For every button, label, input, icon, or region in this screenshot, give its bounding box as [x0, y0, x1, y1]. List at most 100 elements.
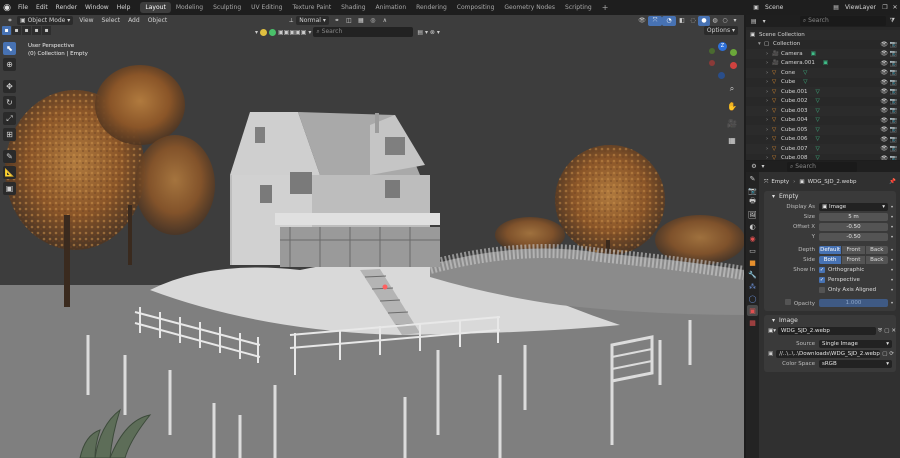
gizmo-neg-z-axis[interactable]: [718, 72, 725, 79]
gizmo-z-axis[interactable]: Z: [718, 42, 727, 51]
select-intersect-icon[interactable]: ▪: [42, 26, 51, 35]
offset-y-field[interactable]: -0.50: [819, 233, 888, 241]
properties-dropdown-icon[interactable]: ▾: [759, 163, 767, 170]
mesh-data-icon[interactable]: ▽: [815, 146, 819, 152]
mesh-data-icon[interactable]: ▽: [815, 98, 819, 104]
outliner-row[interactable]: › ▽ Cube.003 ▽ 👁 📷: [746, 106, 900, 116]
select-box-tool-icon[interactable]: ⬉: [3, 42, 16, 55]
outliner-row[interactable]: › ▽ Cube.001 ▽ 👁 📷: [746, 87, 900, 97]
visibility-eye-icon[interactable]: 👁: [880, 145, 888, 152]
gizmo-toggle-icon[interactable]: ⤧: [648, 15, 662, 26]
shading-wireframe-icon[interactable]: ◌: [688, 17, 698, 24]
camera-view-icon[interactable]: 🎥: [726, 117, 738, 129]
object-tab-icon[interactable]: ■: [747, 257, 758, 268]
menu-help[interactable]: Help: [113, 4, 135, 11]
modifier-tab-icon[interactable]: 🔧: [747, 269, 758, 280]
file-browse-icon[interactable]: ▢: [882, 351, 887, 357]
keyframe-dot-icon[interactable]: •: [888, 214, 896, 221]
display-as-dropdown[interactable]: ▣ Image ▾: [819, 203, 888, 211]
tab-texture-paint[interactable]: Texture Paint: [287, 2, 336, 13]
gizmo-neg-x-axis[interactable]: [709, 60, 715, 66]
outliner-row[interactable]: › ▽ Cube.005 ▽ 👁 📷: [746, 125, 900, 135]
visibility-eye-icon[interactable]: 👁: [880, 155, 888, 160]
render-visibility-icon[interactable]: 📷: [890, 126, 897, 133]
pivot-icon[interactable]: ⚭: [331, 17, 343, 24]
transform-orientation-icon[interactable]: ⟂: [286, 17, 296, 25]
depth-option-back[interactable]: Back: [865, 246, 888, 254]
menu-object[interactable]: Object: [144, 17, 172, 24]
tab-uv-editing[interactable]: UV Editing: [246, 2, 287, 13]
menu-file[interactable]: File: [14, 4, 32, 11]
render-visibility-icon[interactable]: 📷: [890, 60, 897, 67]
render-visibility-icon[interactable]: 📷: [890, 117, 897, 124]
outliner-search-input[interactable]: ⌕ Search: [799, 16, 886, 26]
render-visibility-icon[interactable]: 📷: [890, 41, 897, 48]
shading-material-icon[interactable]: ◍: [710, 17, 720, 24]
render-visibility-icon[interactable]: 📷: [890, 88, 897, 95]
outliner-row[interactable]: › ▽ Cube ▽ 👁 📷: [746, 78, 900, 88]
snap-icon[interactable]: ◫: [343, 17, 355, 24]
render-visibility-icon[interactable]: 📷: [890, 145, 897, 152]
image-name-field[interactable]: WDG_SJD_2.webp: [777, 327, 877, 335]
visibility-icon[interactable]: 👁: [636, 17, 648, 24]
filepath-field[interactable]: //..\..\..\Downloads\WDG_SJD_2.webp: [776, 350, 881, 358]
opacity-checkbox[interactable]: [784, 299, 791, 305]
visibility-eye-icon[interactable]: 👁: [880, 50, 888, 57]
view-layer-tab-icon[interactable]: 🖼: [747, 209, 758, 220]
keyframe-dot-icon[interactable]: •: [888, 257, 896, 264]
tab-layout[interactable]: Layout: [140, 2, 171, 13]
tab-geometry-nodes[interactable]: Geometry Nodes: [499, 2, 560, 13]
menu-window[interactable]: Window: [81, 4, 113, 11]
tab-scripting[interactable]: Scripting: [560, 2, 597, 13]
render-visibility-icon[interactable]: 📷: [890, 107, 897, 114]
pin-icon[interactable]: 📌: [889, 179, 896, 185]
pan-hand-icon[interactable]: ✋: [726, 100, 738, 112]
navigation-gizmo[interactable]: Z: [705, 40, 741, 80]
overlay-toggle-icon[interactable]: ◔: [662, 15, 676, 26]
fake-user-shield-icon[interactable]: ⛨: [878, 328, 882, 335]
select-extend-icon[interactable]: ▪: [12, 26, 21, 35]
render-visibility-icon[interactable]: 📷: [890, 79, 897, 86]
render-visibility-icon[interactable]: 📷: [890, 136, 897, 143]
render-visibility-icon[interactable]: 📷: [890, 50, 897, 57]
physics-tab-icon[interactable]: ◯: [747, 293, 758, 304]
scene-icon[interactable]: ▣: [751, 4, 761, 11]
tool-tab-icon[interactable]: ✎: [747, 173, 758, 184]
orthographic-checkbox[interactable]: ✓: [819, 267, 825, 273]
object-type-dot-icon[interactable]: [260, 28, 268, 36]
visibility-eye-icon[interactable]: 👁: [880, 98, 888, 105]
visibility-eye-icon[interactable]: 👁: [880, 136, 888, 143]
scene-selector[interactable]: Scene: [761, 4, 831, 11]
options-button[interactable]: Options ▾: [703, 26, 740, 35]
gizmo-neg-y-axis[interactable]: [709, 48, 715, 54]
zoom-icon[interactable]: ⌕: [726, 83, 738, 95]
outliner-editor-icon[interactable]: ▤: [749, 18, 758, 25]
transform-tool-icon[interactable]: ⊞: [3, 128, 16, 141]
properties-search-input[interactable]: ⌕ Search: [787, 161, 857, 172]
orientation-selector[interactable]: Normal ▾: [296, 16, 329, 25]
mode-selector[interactable]: ▣ Object Mode ▾: [17, 16, 74, 25]
image-browse-icon[interactable]: ▣▾: [768, 328, 776, 334]
unlink-x-icon[interactable]: ✕: [891, 328, 896, 334]
move-tool-icon[interactable]: ✥: [3, 80, 16, 93]
visibility-eye-icon[interactable]: 👁: [880, 126, 888, 133]
outliner-row[interactable]: ▣ Scene Collection: [746, 30, 900, 40]
visibility-eye-icon[interactable]: 👁: [880, 88, 888, 95]
filter-dropdown-icon[interactable]: ▾: [255, 29, 258, 36]
annotate-tool-icon[interactable]: ✎: [3, 150, 16, 163]
tab-sculpting[interactable]: Sculpting: [208, 2, 246, 13]
source-dropdown[interactable]: Single Image ▾: [819, 340, 892, 348]
scale-tool-icon[interactable]: ⤢: [3, 112, 16, 125]
visibility-eye-icon[interactable]: 👁: [880, 79, 888, 86]
menu-add[interactable]: Add: [124, 17, 144, 24]
viewport-search-input[interactable]: ⌕ Search: [313, 27, 414, 37]
tab-compositing[interactable]: Compositing: [452, 2, 500, 13]
filter-extra-icon[interactable]: ▤ ▾ ⊗ ▾: [417, 29, 439, 36]
shading-rendered-icon[interactable]: ○: [720, 17, 730, 24]
blender-logo-icon[interactable]: ◉: [0, 1, 14, 15]
menu-edit[interactable]: Edit: [32, 4, 52, 11]
menu-render[interactable]: Render: [52, 4, 81, 11]
add-workspace-icon[interactable]: +: [597, 1, 614, 14]
visibility-eye-icon[interactable]: 👁: [880, 69, 888, 76]
rotate-tool-icon[interactable]: ↻: [3, 96, 16, 109]
